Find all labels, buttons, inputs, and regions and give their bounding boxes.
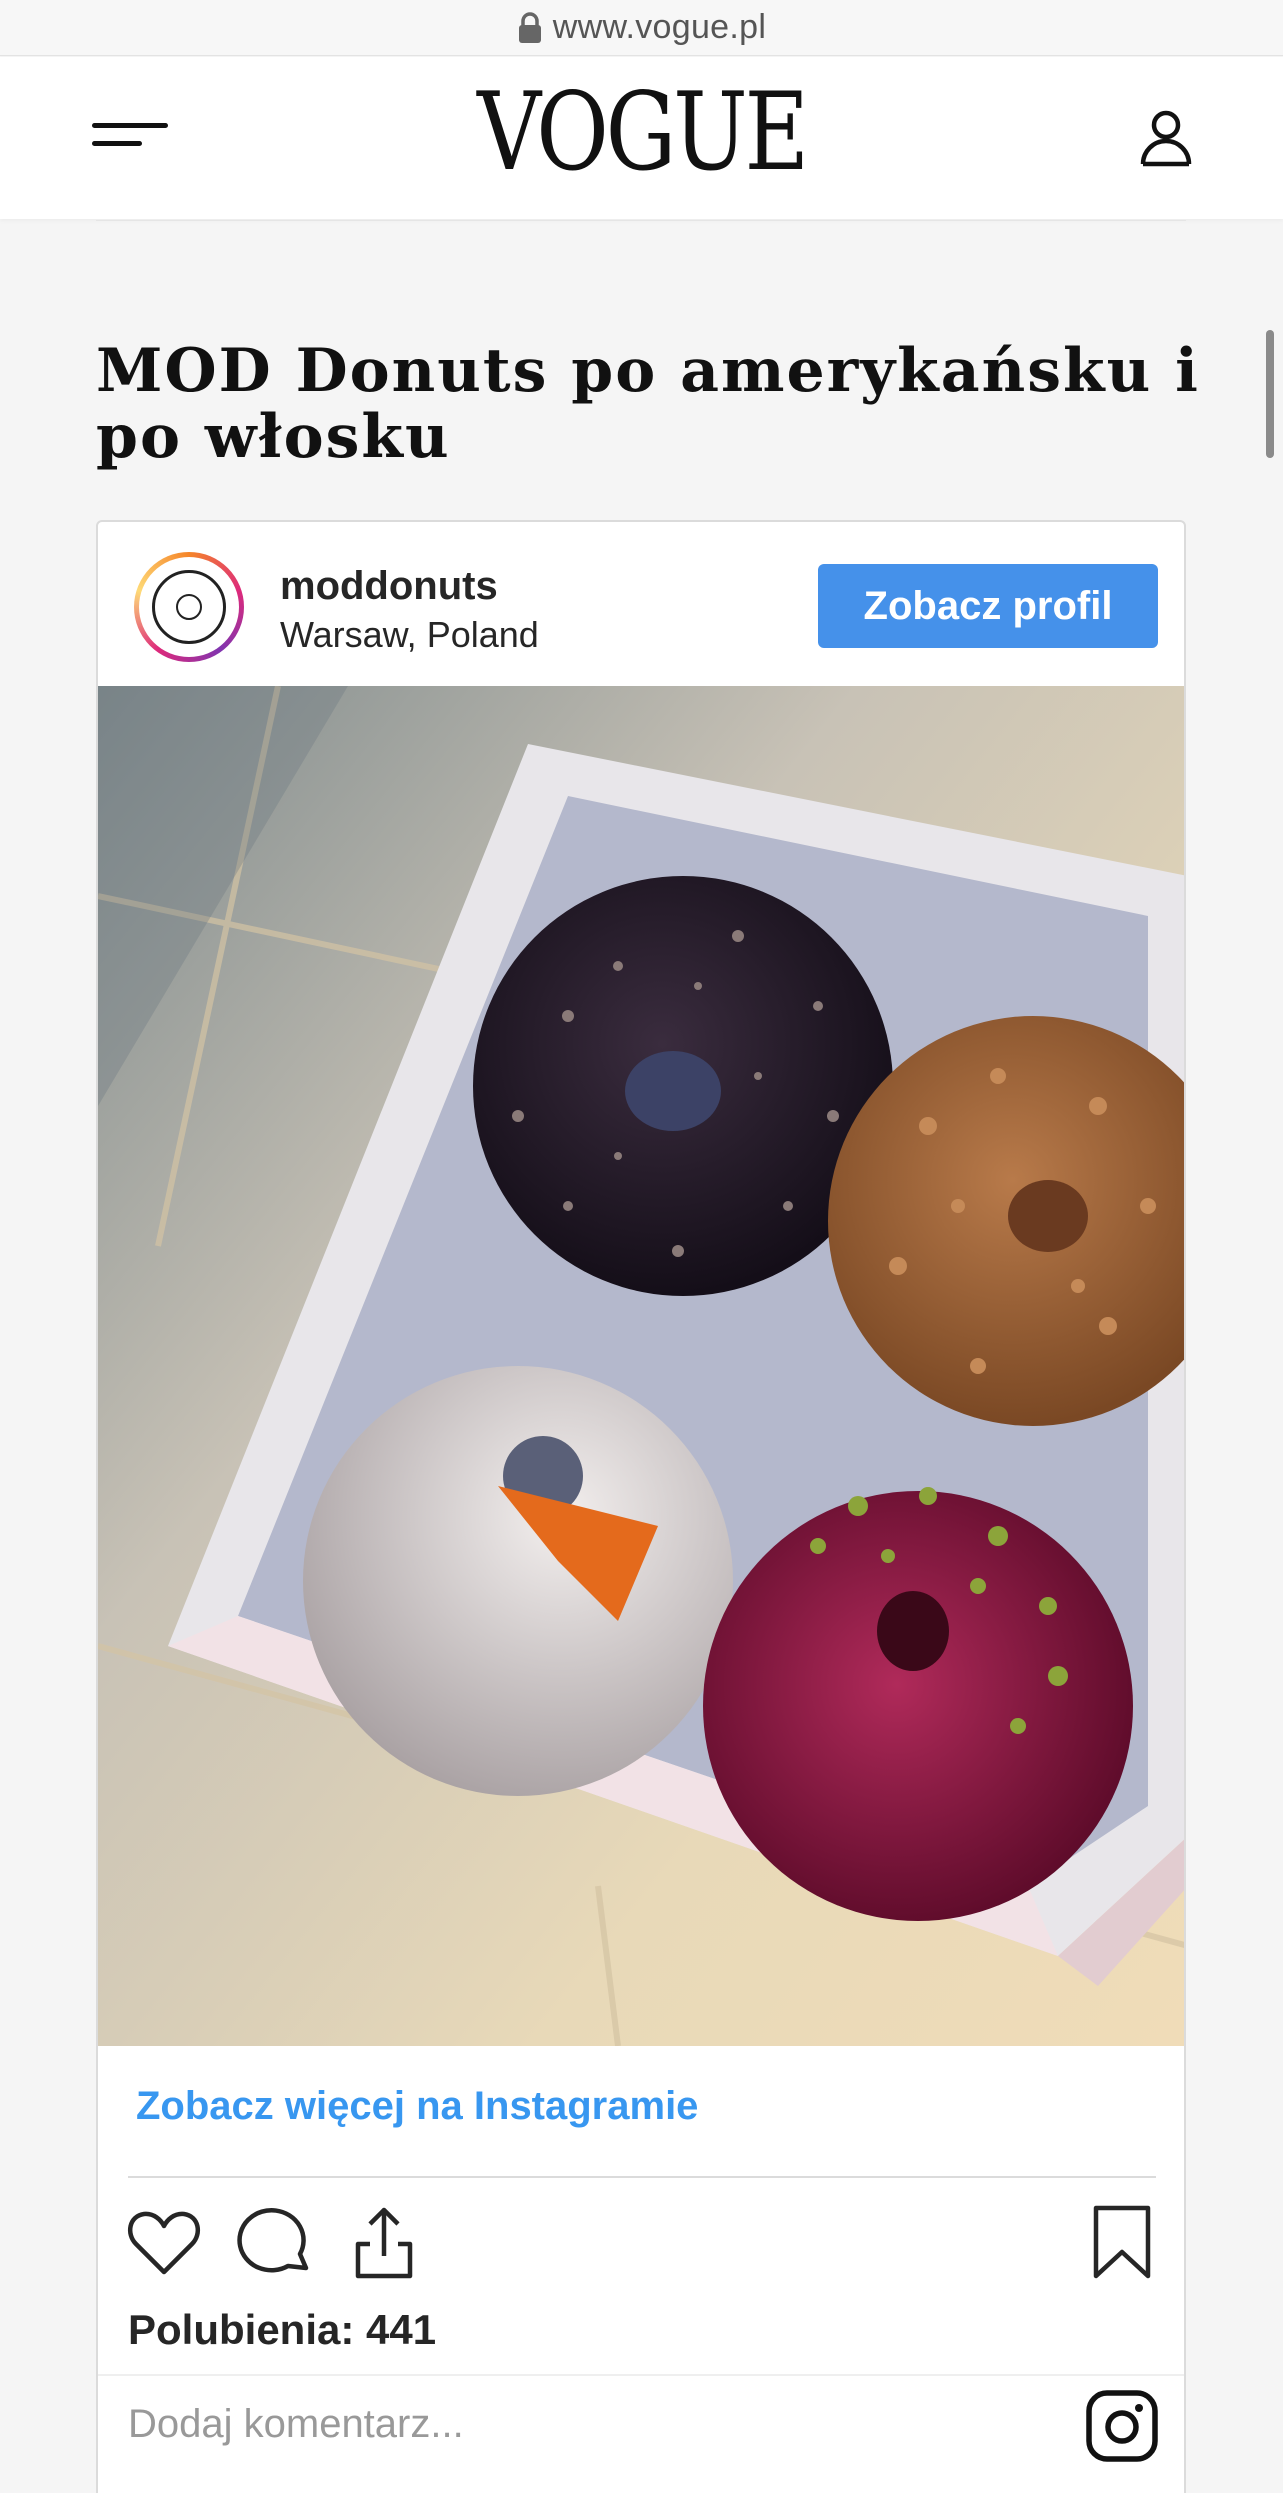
likes-count: Polubienia: 441 — [128, 2306, 437, 2353]
user-icon[interactable] — [1138, 107, 1194, 169]
comment-input[interactable]: Dodaj komentarz... — [128, 2402, 464, 2447]
address-bar[interactable]: www.vogue.pl — [0, 0, 1283, 56]
post-actions — [98, 2202, 1184, 2282]
divider — [128, 2176, 1156, 2178]
share-icon[interactable] — [344, 2202, 424, 2282]
comment-icon[interactable] — [234, 2202, 314, 2282]
instagram-embed: moddonuts Warsaw, Poland Zobacz profil Z… — [96, 520, 1186, 2493]
avatar[interactable] — [134, 552, 244, 662]
divider — [98, 2374, 1184, 2376]
instagram-icon[interactable] — [1086, 2390, 1158, 2462]
bookmark-icon[interactable] — [1082, 2202, 1162, 2282]
vogue-logo[interactable]: VOGUE — [115, 79, 1167, 187]
instagram-username[interactable]: moddonuts — [280, 564, 498, 609]
header-divider — [96, 220, 1186, 221]
site-header: VOGUE — [0, 57, 1283, 219]
article-title: MOD Donuts po amerykańsku i po włosku — [96, 336, 1200, 472]
url-text: www.vogue.pl — [552, 8, 767, 46]
instagram-header: moddonuts Warsaw, Poland Zobacz profil — [98, 522, 1184, 686]
donut-photo — [98, 686, 1184, 2046]
post-image[interactable] — [98, 686, 1184, 2046]
instagram-location[interactable]: Warsaw, Poland — [280, 614, 539, 656]
heart-icon[interactable] — [124, 2202, 204, 2282]
view-profile-button[interactable]: Zobacz profil — [818, 564, 1158, 648]
see-more-link[interactable]: Zobacz więcej na Instagramie — [136, 2084, 698, 2129]
lock-icon — [517, 11, 543, 44]
scrollbar[interactable] — [1266, 330, 1274, 458]
